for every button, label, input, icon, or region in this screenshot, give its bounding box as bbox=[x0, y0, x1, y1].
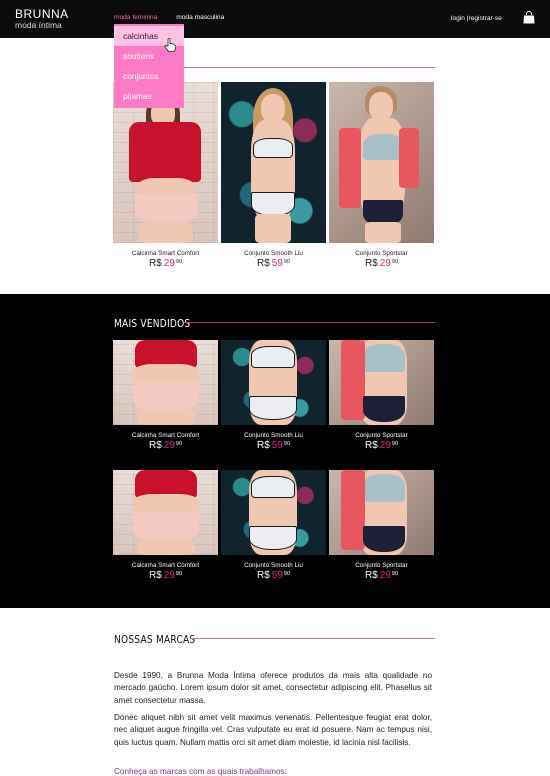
dropdown-item-pijamas[interactable]: pijamas bbox=[114, 86, 184, 106]
product-image-conjunto-smooth[interactable] bbox=[221, 470, 326, 555]
brand-subtitle: moda íntima bbox=[15, 20, 62, 30]
section-title-nossas-marcas: NOSSAS MARCAS bbox=[114, 633, 196, 646]
product-name: Conjunto Sportstar bbox=[355, 250, 408, 257]
nav-item-moda-feminina[interactable]: moda feminina bbox=[114, 14, 157, 21]
section-divider bbox=[184, 67, 435, 68]
brand-name: BRUNNA bbox=[15, 7, 69, 21]
product-image-conjunto-sportstar[interactable] bbox=[329, 340, 434, 425]
main-nav: moda feminina moda masculina bbox=[114, 14, 224, 21]
product-image-conjunto-smooth[interactable] bbox=[221, 82, 326, 243]
site-header: BRUNNA moda íntima moda feminina moda ma… bbox=[0, 0, 550, 38]
product-name: Conjunto Sportstar bbox=[355, 432, 408, 439]
dropdown-item-conjuntos[interactable]: conjuntos bbox=[114, 66, 184, 86]
product-price: R$ 2990 bbox=[364, 570, 399, 581]
product-name: Calcinha Smart Comfort bbox=[131, 562, 200, 569]
product-image-conjunto-sportstar[interactable] bbox=[329, 82, 434, 243]
about-paragraph-2: Donec aliquet nibh sit amet velit maximu… bbox=[114, 713, 432, 747]
product-price: R$ 2990 bbox=[364, 440, 399, 451]
product-card[interactable]: Conjunto Sportstar R$ 2990 bbox=[329, 340, 434, 451]
product-price: R$ 5990 bbox=[256, 570, 291, 581]
product-card[interactable]: Conjunto Sportstar R$ 2990 bbox=[329, 470, 434, 581]
section-divider bbox=[190, 638, 435, 639]
product-name: Conjunto Sportstar bbox=[355, 562, 408, 569]
section-title-mais-vendidos: MAIS VENDIDOS bbox=[114, 317, 191, 330]
product-card[interactable]: Conjunto Sportstar R$ 2990 bbox=[329, 82, 434, 269]
product-price: R$ 2990 bbox=[148, 570, 183, 581]
login-link[interactable]: login bbox=[451, 15, 465, 22]
product-card[interactable]: Calcinha Smart Comfort R$ 2990 bbox=[113, 340, 218, 451]
product-price: R$ 2990 bbox=[364, 258, 399, 269]
product-name: Conjunto Smooth Liu bbox=[244, 432, 303, 439]
about-paragraph-1: Desde 1990, a Brunna Moda Íntima oferece… bbox=[114, 671, 432, 705]
product-name: Calcinha Smart Comfort bbox=[131, 432, 200, 439]
register-link[interactable]: registrar-se bbox=[469, 15, 502, 22]
product-price: R$ 5990 bbox=[256, 440, 291, 451]
product-name: Calcinha Smart Comfort bbox=[131, 250, 200, 257]
category-dropdown: calcinhas soutiens conjuntos pijamas bbox=[114, 24, 184, 108]
brand-logo[interactable]: BRUNNA moda íntima bbox=[15, 8, 69, 30]
hand-pointer-icon bbox=[164, 38, 176, 52]
product-image-calcinha[interactable] bbox=[113, 340, 218, 425]
section-divider bbox=[184, 322, 435, 323]
product-price: R$ 5990 bbox=[256, 258, 291, 269]
product-card[interactable]: Calcinha Smart Comfort R$ 2990 bbox=[113, 82, 218, 269]
product-card[interactable]: Calcinha Smart Comfort R$ 2990 bbox=[113, 470, 218, 581]
product-card[interactable]: Conjunto Smooth Liu R$ 5990 bbox=[221, 82, 326, 269]
product-card[interactable]: Conjunto Smooth Liu R$ 5990 bbox=[221, 340, 326, 451]
product-image-calcinha[interactable] bbox=[113, 470, 218, 555]
product-image-conjunto-sportstar[interactable] bbox=[329, 470, 434, 555]
account-links: login |registrar-se bbox=[451, 15, 502, 22]
product-name: Conjunto Smooth Liu bbox=[244, 562, 303, 569]
shopping-bag-icon[interactable] bbox=[523, 11, 535, 24]
product-card[interactable]: Conjunto Smooth Liu R$ 5990 bbox=[221, 470, 326, 581]
product-image-conjunto-smooth[interactable] bbox=[221, 340, 326, 425]
brands-link[interactable]: Conheça as marcas com as quais trabalham… bbox=[114, 767, 287, 776]
product-price: R$ 2990 bbox=[148, 440, 183, 451]
product-price: R$ 2990 bbox=[148, 258, 183, 269]
nav-item-moda-masculina[interactable]: moda masculina bbox=[176, 14, 224, 21]
product-name: Conjunto Smooth Liu bbox=[244, 250, 303, 257]
